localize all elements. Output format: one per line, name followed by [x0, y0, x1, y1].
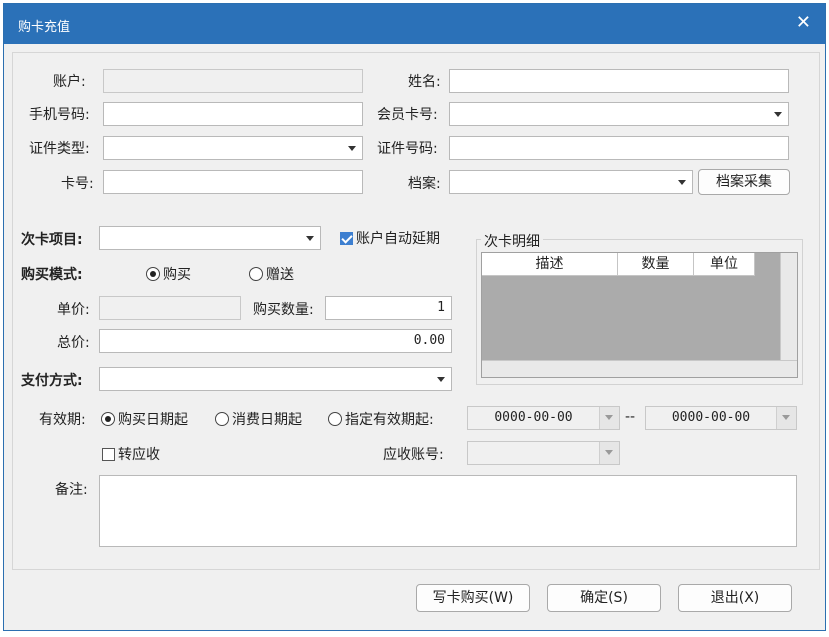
account-label: 账户:	[53, 74, 86, 90]
radio-selected-icon	[101, 412, 115, 426]
card-no-field[interactable]	[103, 170, 363, 194]
validity-specified-label: 指定有效期起:	[345, 412, 434, 428]
validity-radio-specified[interactable]: 指定有效期起:	[328, 409, 434, 429]
name-label: 姓名:	[408, 74, 441, 90]
horizontal-scrollbar[interactable]	[482, 360, 797, 377]
col-quantity[interactable]: 数量	[618, 253, 694, 276]
validity-label: 有效期:	[39, 412, 86, 428]
validity-radio-consume-date[interactable]: 消费日期起	[215, 409, 302, 429]
exit-button[interactable]: 退出(X)	[678, 584, 792, 612]
chevron-down-icon	[678, 180, 686, 185]
checkbox-checked-icon	[340, 231, 353, 245]
close-icon[interactable]: ✕	[796, 12, 811, 33]
receivable-account-label: 应收账号:	[383, 447, 444, 463]
id-number-field[interactable]	[449, 136, 789, 160]
total-field[interactable]: 0.00	[99, 329, 452, 353]
chevron-down-icon	[605, 450, 613, 455]
col-unit[interactable]: 单位	[694, 253, 755, 276]
receivable-dropdown-button[interactable]	[599, 442, 619, 464]
receivable-account-select[interactable]	[467, 441, 620, 465]
grid-header: 描述 数量 单位	[482, 253, 755, 276]
end-date-dropdown-button[interactable]	[776, 407, 796, 429]
mode-buy-label: 购买	[163, 267, 191, 283]
total-label: 总价:	[57, 335, 90, 351]
quantity-field[interactable]: 1	[325, 296, 452, 320]
payment-select[interactable]	[99, 367, 452, 391]
title-bar: 购卡充值 ✕	[4, 4, 825, 44]
auto-extend-checkbox[interactable]: 账户自动延期	[340, 228, 440, 248]
id-number-label: 证件号码:	[377, 141, 438, 157]
validity-radio-purchase-date[interactable]: 购买日期起	[101, 409, 188, 429]
checkbox-unchecked-icon	[102, 447, 115, 461]
transfer-receivable-checkbox[interactable]: 转应收	[102, 444, 160, 464]
radio-unselected-icon	[328, 412, 342, 426]
radio-unselected-icon	[249, 267, 263, 281]
chevron-down-icon	[348, 146, 356, 151]
phone-field[interactable]	[103, 102, 363, 126]
ok-button[interactable]: 确定(S)	[547, 584, 661, 612]
start-date-dropdown-button[interactable]	[599, 407, 619, 429]
radio-selected-icon	[146, 267, 160, 281]
end-date-value: 0000-00-00	[671, 410, 751, 425]
payment-label: 支付方式:	[21, 373, 83, 389]
radio-unselected-icon	[215, 412, 229, 426]
start-date-picker[interactable]: 0000-00-00	[467, 406, 620, 430]
id-type-select[interactable]	[103, 136, 363, 160]
date-separator: --	[625, 409, 636, 425]
chevron-down-icon	[774, 112, 782, 117]
window-title: 购卡充值	[18, 20, 71, 35]
dialog-window: 购卡充值 ✕ 账户: 姓名: 手机号码: 会员卡号: 证件类型: 证件号码: 卡…	[3, 3, 826, 631]
id-type-label: 证件类型:	[29, 141, 90, 157]
card-item-label: 次卡项目:	[21, 232, 83, 248]
vertical-scrollbar[interactable]	[780, 253, 797, 360]
quantity-label: 购买数量:	[253, 302, 314, 318]
unit-price-field[interactable]	[99, 296, 241, 320]
card-detail-group: 次卡明细 描述 数量 单位	[476, 231, 803, 385]
transfer-receivable-label: 转应收	[118, 447, 160, 463]
validity-consume-label: 消费日期起	[232, 412, 302, 428]
account-field[interactable]	[103, 69, 363, 93]
purchase-mode-label: 购买模式:	[21, 267, 83, 283]
write-card-buy-button[interactable]: 写卡购买(W)	[416, 584, 530, 612]
card-no-label: 卡号:	[61, 176, 94, 192]
chevron-down-icon	[605, 415, 613, 420]
card-detail-title: 次卡明细	[481, 231, 543, 251]
end-date-picker[interactable]: 0000-00-00	[645, 406, 797, 430]
name-field[interactable]	[449, 69, 789, 93]
card-detail-grid[interactable]: 描述 数量 单位	[481, 252, 798, 378]
chevron-down-icon	[782, 415, 790, 420]
archive-select[interactable]	[449, 170, 693, 194]
mode-radio-gift[interactable]: 赠送	[249, 264, 294, 284]
form-panel: 账户: 姓名: 手机号码: 会员卡号: 证件类型: 证件号码: 卡号: 档案: …	[12, 52, 820, 570]
archive-label: 档案:	[408, 176, 441, 192]
member-card-select[interactable]	[449, 102, 789, 126]
mode-radio-buy[interactable]: 购买	[146, 264, 191, 284]
phone-label: 手机号码:	[29, 107, 90, 123]
mode-gift-label: 赠送	[266, 267, 294, 283]
remarks-textarea[interactable]	[99, 475, 797, 547]
start-date-value: 0000-00-00	[494, 410, 573, 425]
member-card-label: 会员卡号:	[377, 107, 438, 123]
unit-price-label: 单价:	[57, 302, 90, 318]
col-description[interactable]: 描述	[482, 253, 618, 276]
card-item-select[interactable]	[99, 226, 321, 250]
chevron-down-icon	[306, 236, 314, 241]
auto-extend-label: 账户自动延期	[356, 231, 440, 247]
remarks-label: 备注:	[55, 482, 88, 498]
archive-collect-button[interactable]: 档案采集	[698, 169, 790, 195]
chevron-down-icon	[437, 377, 445, 382]
validity-purchase-label: 购买日期起	[118, 412, 188, 428]
